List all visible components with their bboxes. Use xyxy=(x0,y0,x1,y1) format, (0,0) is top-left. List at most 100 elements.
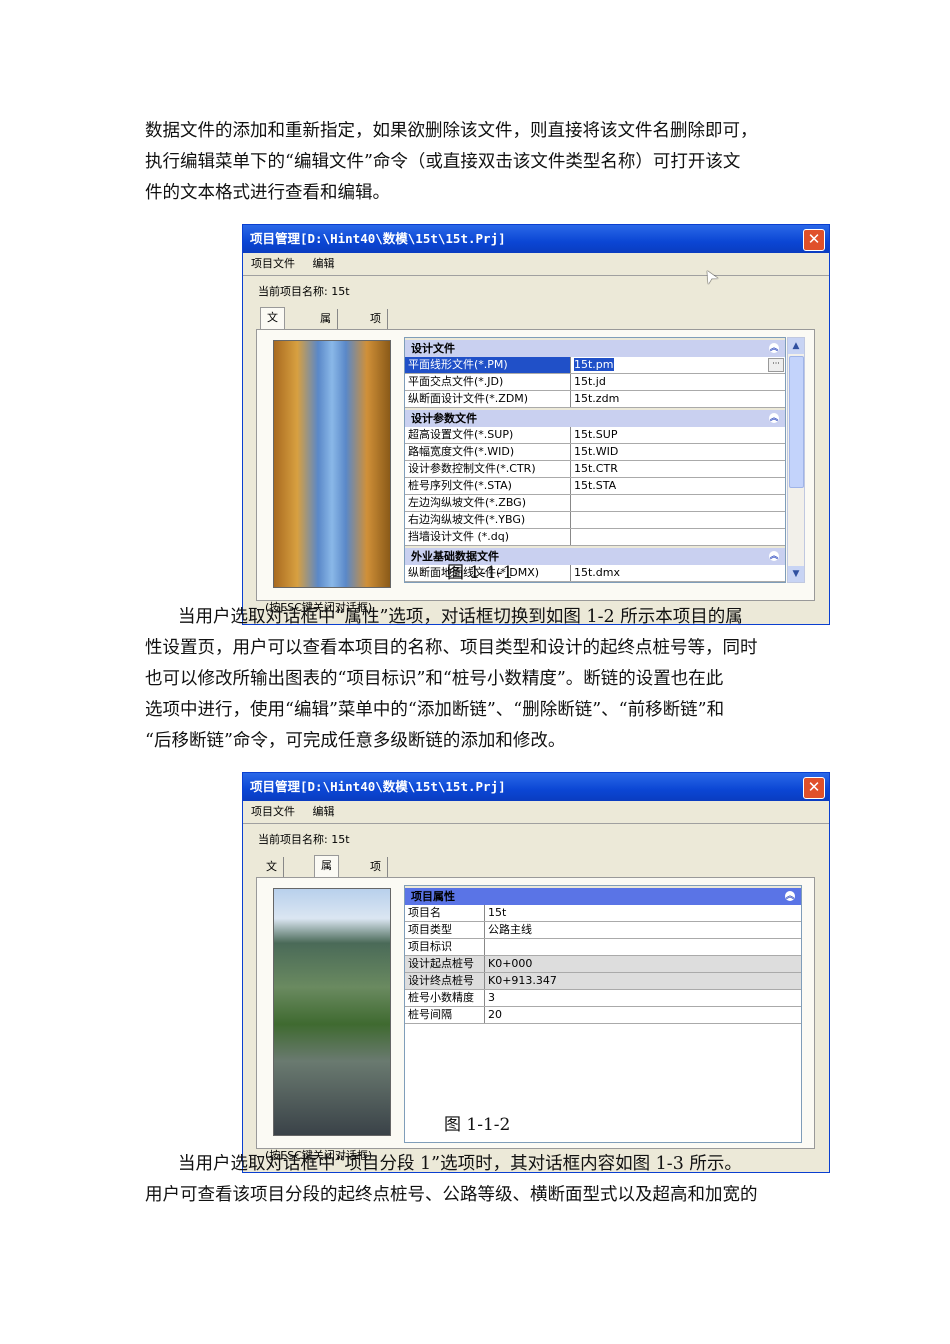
text-line: 数据文件的添加和重新指定，如果欲删除该文件，则直接将该文件名删除即可， xyxy=(145,121,758,141)
dialog-title: 项目管理[D:\Hint40\数模\15t\15t.Prj] xyxy=(243,773,829,801)
current-project-name: 当前项目名称: 15t xyxy=(258,833,350,846)
file-row[interactable]: 左边沟纵坡文件(*.ZBG) xyxy=(405,495,785,512)
property-label: 设计终点桩号 xyxy=(405,973,485,989)
tab-segment-1[interactable]: 项目分段1 xyxy=(364,309,388,405)
file-type-label: 右边沟纵坡文件(*.YBG) xyxy=(405,512,571,528)
file-name-value: 15t.CTR xyxy=(574,462,618,475)
file-type-label: 桩号序列文件(*.STA) xyxy=(405,478,571,494)
file-name-field[interactable] xyxy=(571,495,785,511)
property-row[interactable]: 设计终点桩号 K0+913.347 xyxy=(405,973,801,990)
file-name-field[interactable]: 15t.dmx xyxy=(571,565,785,581)
scroll-up-icon[interactable]: ▲ xyxy=(788,338,804,354)
vertical-scrollbar[interactable]: ▲ ▼ xyxy=(787,337,805,583)
file-name-field[interactable] xyxy=(571,529,785,545)
file-name-field[interactable] xyxy=(571,512,785,528)
group-title: 项目属性 xyxy=(411,890,455,903)
file-type-label: 平面线形文件(*.PM) xyxy=(405,357,571,373)
property-label: 设计起点桩号 xyxy=(405,956,485,972)
current-project-name: 当前项目名称: 15t xyxy=(258,285,350,298)
group-header[interactable]: 设计文件 ︽ xyxy=(405,338,785,357)
property-label: 项目标识 xyxy=(405,939,485,955)
property-label: 桩号间隔 xyxy=(405,1007,485,1023)
file-name-value: 15t.SUP xyxy=(574,428,618,441)
file-name-value: 15t.zdm xyxy=(574,392,620,405)
close-button[interactable]: ✕ xyxy=(803,229,825,251)
file-row[interactable]: 纵断面设计文件(*.ZDM) 15t.zdm xyxy=(405,391,785,408)
property-value-field[interactable]: K0+000 xyxy=(485,956,801,972)
file-name-value: 15t.jd xyxy=(574,375,606,388)
property-label: 桩号小数精度 xyxy=(405,990,485,1006)
file-type-label: 路幅宽度文件(*.WID) xyxy=(405,444,571,460)
property-row[interactable]: 项目名 15t xyxy=(405,905,801,922)
collapse-icon[interactable]: ︽ xyxy=(769,551,779,561)
tab-panel: 项目属性 ︽ 项目名 15t 项目类型 公路主线 项目标识 设计起点桩号 K0+000 设计终点桩… xyxy=(256,877,815,1149)
tab-panel: 设计文件 ︽ 平面线形文件(*.PM) 15t.pm ··· 平面交点文件(*.JD) 15… xyxy=(256,329,815,601)
menu-edit[interactable]: 编辑 xyxy=(313,257,335,270)
scroll-thumb[interactable] xyxy=(789,356,804,488)
file-type-label: 左边沟纵坡文件(*.ZBG) xyxy=(405,495,571,511)
file-row[interactable]: 超高设置文件(*.SUP) 15t.SUP xyxy=(405,427,785,444)
tab-files[interactable]: 文件 xyxy=(260,307,285,344)
file-name-value: 15t.WID xyxy=(574,445,619,458)
file-row[interactable]: 路幅宽度文件(*.WID) 15t.WID xyxy=(405,444,785,461)
file-row[interactable]: 桩号序列文件(*.STA) 15t.STA xyxy=(405,478,785,495)
property-value-field[interactable]: 公路主线 xyxy=(485,922,801,938)
property-value-field[interactable]: 20 xyxy=(485,1007,801,1023)
file-row[interactable]: 右边沟纵坡文件(*.YBG) xyxy=(405,512,785,529)
property-grid-properties: 项目属性 ︽ 项目名 15t 项目类型 公路主线 项目标识 设计起点桩号 K0+000 设计终点桩… xyxy=(404,885,802,1143)
property-value-field[interactable]: 15t xyxy=(485,905,801,921)
property-value-field[interactable]: K0+913.347 xyxy=(485,973,801,989)
property-label: 项目类型 xyxy=(405,922,485,938)
file-name-field[interactable]: 15t.CTR xyxy=(571,461,785,477)
file-row[interactable]: 设计参数控制文件(*.CTR) 15t.CTR xyxy=(405,461,785,478)
file-type-label: 挡墙设计文件 (*.dq) xyxy=(405,529,571,545)
group-header[interactable]: 项目属性 ︽ xyxy=(405,886,801,905)
text-line: 执行编辑菜单下的“编辑文件”命令（或直接双击该文件类型名称）可打开该文 xyxy=(145,152,741,172)
file-type-label: 平面交点文件(*.JD) xyxy=(405,374,571,390)
file-name-value: 15t.pm xyxy=(574,358,614,371)
property-row[interactable]: 桩号间隔 20 xyxy=(405,1007,801,1024)
collapse-icon[interactable]: ︽ xyxy=(769,343,779,353)
text-line: 性设置页，用户可以查看本项目的名称、项目类型和设计的起终点桩号等，同时 xyxy=(145,638,758,658)
road-photo xyxy=(273,888,391,1136)
file-row[interactable]: 平面线形文件(*.PM) 15t.pm ··· xyxy=(405,357,785,374)
menu-project-file[interactable]: 项目文件 xyxy=(251,257,295,270)
collapse-icon[interactable]: ︽ xyxy=(769,413,779,423)
file-name-value: 15t.dmx xyxy=(574,566,621,579)
file-type-label: 设计参数控制文件(*.CTR) xyxy=(405,461,571,477)
figure-caption: 图 1-1-1 xyxy=(447,563,514,583)
file-name-field[interactable]: 15t.WID xyxy=(571,444,785,460)
property-row[interactable]: 项目标识 xyxy=(405,939,801,956)
file-name-field[interactable]: 15t.STA xyxy=(571,478,785,494)
close-button[interactable]: ✕ xyxy=(803,777,825,799)
file-row[interactable]: 平面交点文件(*.JD) 15t.jd xyxy=(405,374,785,391)
menu-edit[interactable]: 编辑 xyxy=(313,805,335,818)
file-row[interactable]: 挡墙设计文件 (*.dq) xyxy=(405,529,785,546)
file-type-label: 纵断面设计文件(*.ZDM) xyxy=(405,391,571,407)
file-type-label: 超高设置文件(*.SUP) xyxy=(405,427,571,443)
tab-segment-1[interactable]: 项目分段1 xyxy=(364,857,388,953)
tab-properties[interactable]: 属性 xyxy=(314,855,339,892)
collapse-icon[interactable]: ︽ xyxy=(785,891,795,901)
file-name-field[interactable]: 15t.zdm xyxy=(571,391,785,407)
tab-properties[interactable]: 属性 xyxy=(314,309,338,345)
road-photo xyxy=(273,340,391,588)
property-value-field[interactable] xyxy=(485,939,801,955)
tab-files[interactable]: 文件 xyxy=(260,857,284,893)
text-line: 选项中进行，使用“编辑”菜单中的“添加断链”、“删除断链”、“前移断链”和 xyxy=(145,700,725,720)
property-row[interactable]: 设计起点桩号 K0+000 xyxy=(405,956,801,973)
property-row[interactable]: 桩号小数精度 3 xyxy=(405,990,801,1007)
property-label: 项目名 xyxy=(405,905,485,921)
browse-button[interactable]: ··· xyxy=(768,358,784,372)
group-header[interactable]: 设计参数文件 ︽ xyxy=(405,408,785,427)
file-name-field[interactable]: 15t.pm ··· xyxy=(571,357,785,373)
property-grid-files: 设计文件 ︽ 平面线形文件(*.PM) 15t.pm ··· 平面交点文件(*.JD) 15… xyxy=(404,337,786,583)
group-title: 设计文件 xyxy=(411,342,455,355)
menu-project-file[interactable]: 项目文件 xyxy=(251,805,295,818)
property-value-field[interactable]: 3 xyxy=(485,990,801,1006)
file-name-field[interactable]: 15t.jd xyxy=(571,374,785,390)
scroll-down-icon[interactable]: ▼ xyxy=(788,566,804,582)
property-row[interactable]: 项目类型 公路主线 xyxy=(405,922,801,939)
group-title: 设计参数文件 xyxy=(411,412,477,425)
file-name-field[interactable]: 15t.SUP xyxy=(571,427,785,443)
